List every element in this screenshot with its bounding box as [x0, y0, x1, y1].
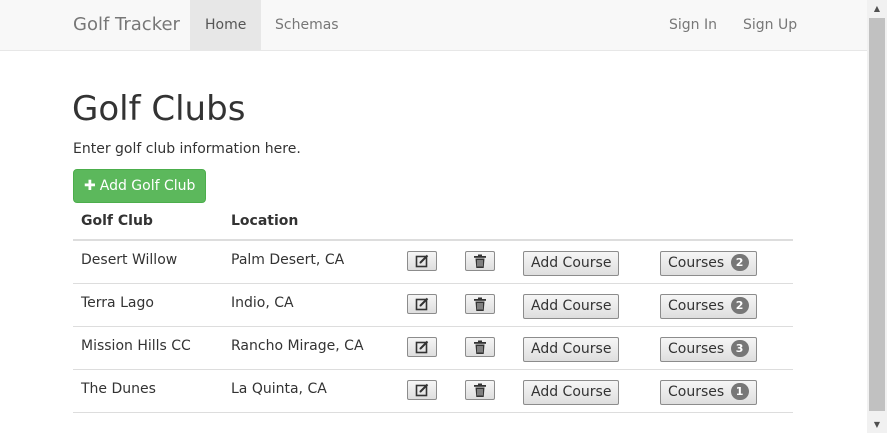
- courses-button[interactable]: Courses 3: [660, 337, 757, 362]
- nav-sign-up[interactable]: Sign Up: [728, 0, 812, 50]
- scrollbar[interactable]: ▲ ▼: [867, 0, 887, 433]
- nav-sign-in[interactable]: Sign In: [654, 0, 732, 50]
- table-row: Mission Hills CC Rancho Mirage, CA Add Cou…: [73, 327, 793, 370]
- add-course-label: Add Course: [531, 298, 612, 314]
- brand[interactable]: Golf Tracker: [73, 14, 180, 35]
- courses-button[interactable]: Courses 1: [660, 380, 757, 405]
- edit-button[interactable]: [407, 294, 437, 314]
- table-row: Terra Lago Indio, CA Add Course Courses 2: [73, 284, 793, 327]
- add-course-button[interactable]: Add Course: [523, 337, 620, 362]
- navbar: Golf Tracker Home Schemas Sign In Sign U…: [0, 0, 867, 51]
- club-name: Terra Lago: [81, 295, 154, 311]
- club-location: Indio, CA: [231, 295, 294, 311]
- edit-icon: [415, 340, 429, 354]
- nav-schemas[interactable]: Schemas: [260, 0, 354, 50]
- courses-count-badge: 2: [730, 297, 749, 314]
- edit-icon: [415, 297, 429, 311]
- scroll-down-icon[interactable]: ▼: [867, 416, 887, 433]
- edit-button[interactable]: [407, 337, 437, 357]
- courses-label: Courses: [668, 298, 725, 314]
- delete-button[interactable]: [465, 337, 495, 357]
- edit-button[interactable]: [407, 380, 437, 400]
- trash-icon: [473, 383, 487, 398]
- add-course-label: Add Course: [531, 341, 612, 357]
- add-course-button[interactable]: Add Course: [523, 251, 620, 276]
- header-location: Location: [231, 213, 299, 229]
- courses-button[interactable]: Courses 2: [660, 294, 757, 319]
- add-golf-club-button[interactable]: ✚ Add Golf Club: [73, 169, 206, 203]
- edit-icon: [415, 383, 429, 397]
- table-row: The Dunes La Quinta, CA Add Course Courses …: [73, 370, 793, 413]
- plus-icon: ✚: [84, 178, 96, 194]
- club-location: La Quinta, CA: [231, 381, 327, 397]
- edit-button[interactable]: [407, 251, 437, 271]
- delete-button[interactable]: [465, 251, 495, 271]
- edit-icon: [415, 254, 429, 268]
- add-course-button[interactable]: Add Course: [523, 380, 620, 405]
- courses-label: Courses: [668, 384, 725, 400]
- delete-button[interactable]: [465, 380, 495, 400]
- courses-label: Courses: [668, 255, 725, 271]
- club-name: Desert Willow: [81, 252, 178, 268]
- courses-button[interactable]: Courses 2: [660, 251, 757, 276]
- club-location: Rancho Mirage, CA: [231, 338, 364, 354]
- trash-icon: [473, 254, 487, 269]
- trash-icon: [473, 340, 487, 355]
- courses-count-badge: 2: [730, 254, 749, 271]
- club-name: Mission Hills CC: [81, 338, 191, 354]
- club-name: The Dunes: [81, 381, 156, 397]
- scroll-thumb[interactable]: [869, 18, 885, 411]
- courses-label: Courses: [668, 341, 725, 357]
- add-course-button[interactable]: Add Course: [523, 294, 620, 319]
- header-golf-club: Golf Club: [81, 213, 153, 229]
- courses-count-badge: 1: [730, 383, 749, 400]
- page-title: Golf Clubs: [72, 89, 246, 129]
- add-golf-club-label: Add Golf Club: [99, 178, 196, 194]
- scroll-up-icon[interactable]: ▲: [867, 0, 887, 17]
- club-location: Palm Desert, CA: [231, 252, 345, 268]
- delete-button[interactable]: [465, 294, 495, 314]
- page-subtitle: Enter golf club information here.: [73, 141, 301, 157]
- table-row: Desert Willow Palm Desert, CA Add Course Co…: [73, 241, 793, 284]
- trash-icon: [473, 297, 487, 312]
- nav-home[interactable]: Home: [190, 0, 262, 50]
- add-course-label: Add Course: [531, 384, 612, 400]
- courses-count-badge: 3: [730, 340, 749, 357]
- add-course-label: Add Course: [531, 255, 612, 271]
